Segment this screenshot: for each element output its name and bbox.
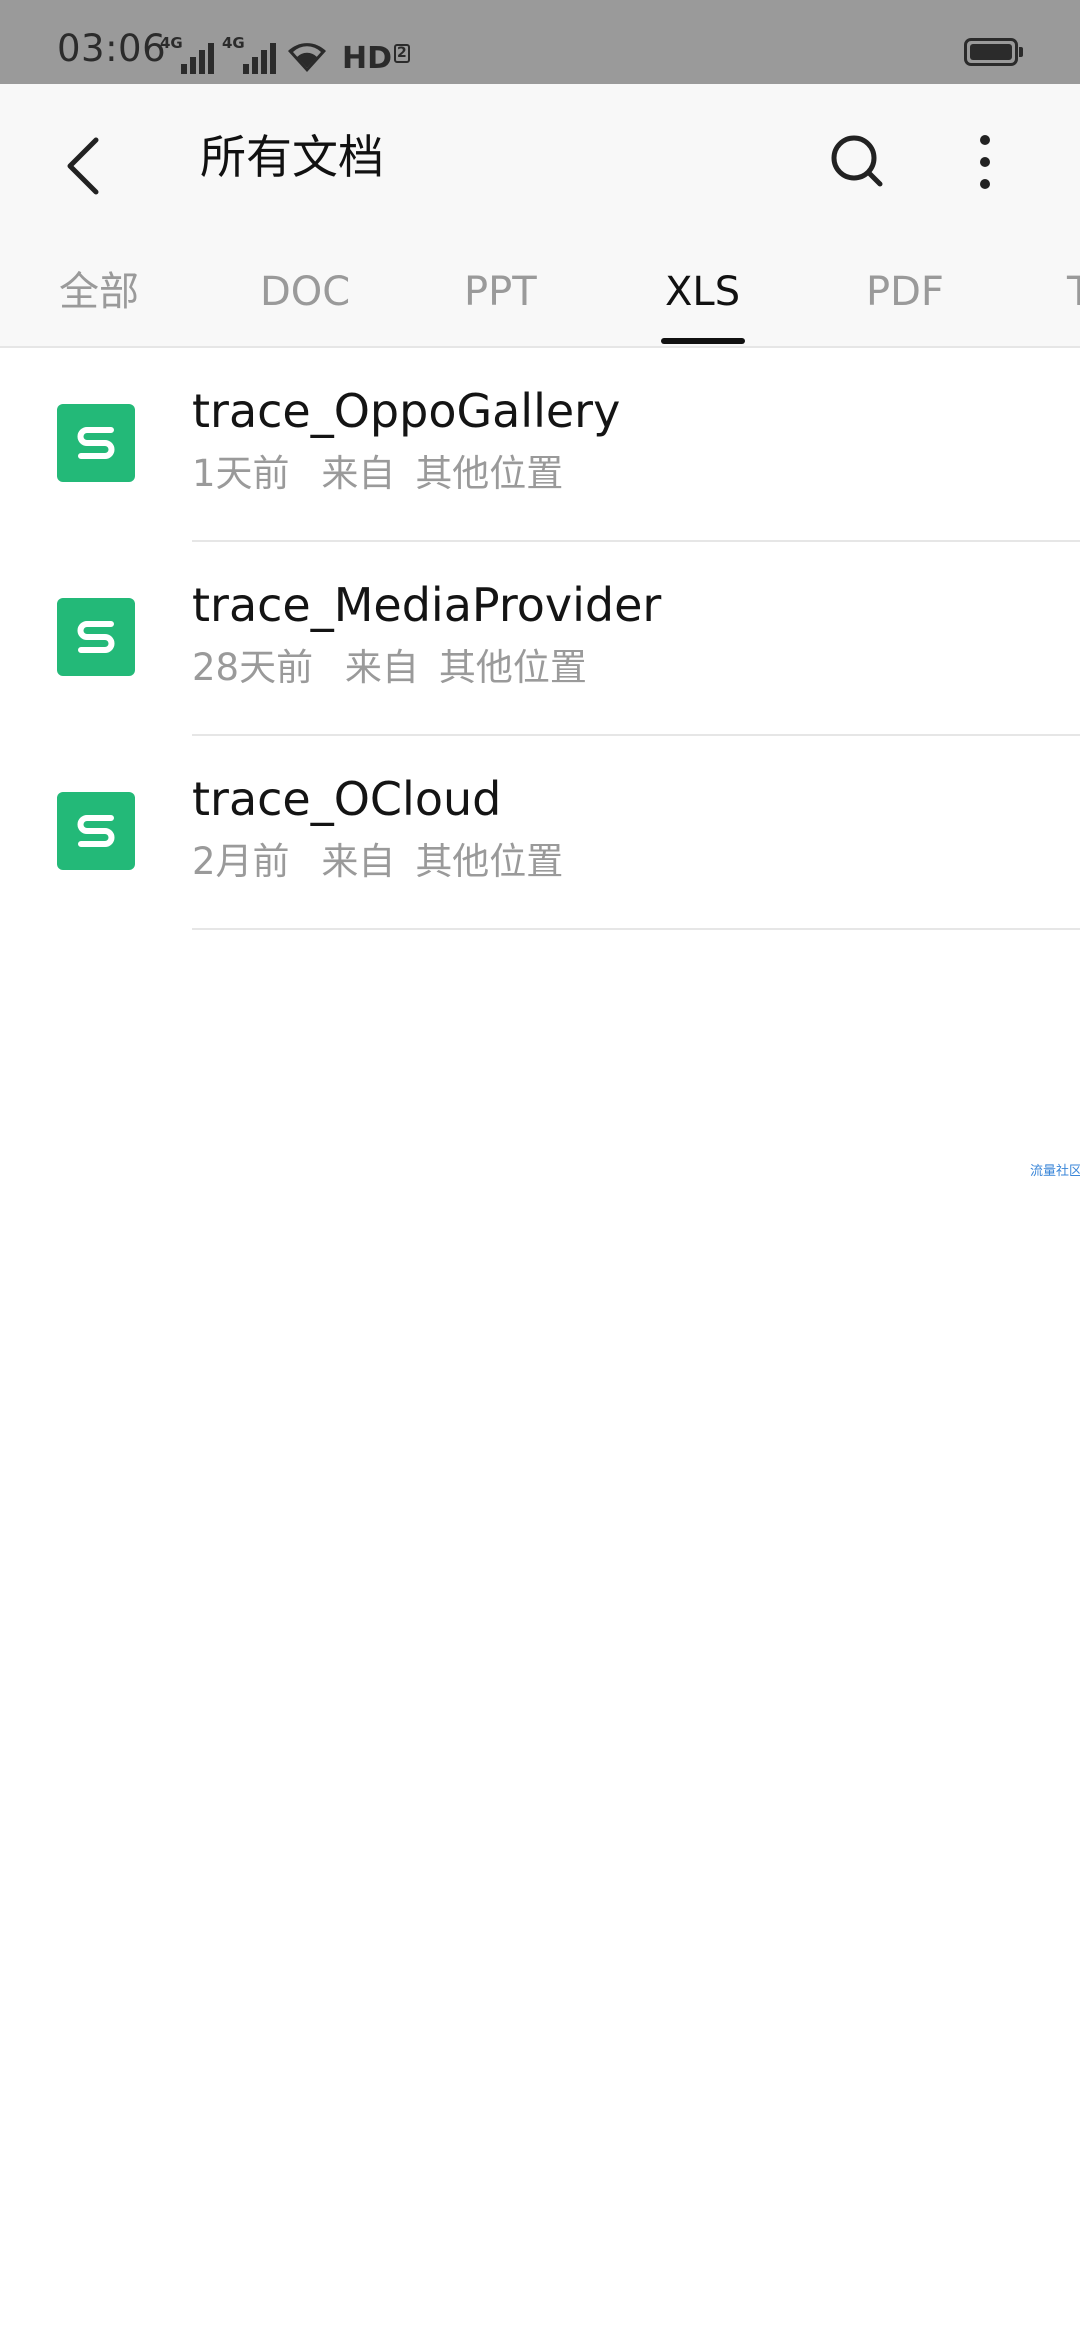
list-item[interactable]: trace_OppoGallery 1天前 来自 其他位置 [0, 348, 1080, 542]
status-icons: 4G 4G HD 2 [160, 34, 410, 74]
page-title: 所有文档 [200, 130, 384, 184]
file-time: 2月前 [192, 840, 290, 883]
file-meta: 1天前 来自 其他位置 [192, 452, 583, 496]
file-time: 1天前 [192, 452, 290, 495]
signal-icon: 4G [160, 34, 214, 74]
file-location: 其他位置 [415, 452, 564, 495]
file-source-label: 来自 [321, 840, 396, 883]
more-button[interactable] [955, 122, 1015, 202]
tab-xls[interactable]: XLS [665, 268, 740, 316]
app-header: 所有文档 全部 DOC PPT XLS PDF T [0, 84, 1080, 348]
spreadsheet-icon [57, 598, 135, 676]
more-vertical-icon [980, 135, 990, 189]
spreadsheet-icon [57, 792, 135, 870]
file-meta: 2月前 来自 其他位置 [192, 840, 583, 884]
back-button[interactable] [48, 120, 120, 208]
battery-icon [964, 38, 1023, 66]
file-source-label: 来自 [344, 646, 419, 689]
tab-pdf[interactable]: PDF [866, 268, 944, 316]
search-icon [831, 135, 883, 187]
tab-ppt[interactable]: PPT [464, 268, 537, 316]
file-location: 其他位置 [438, 646, 587, 689]
hd-voice-badge: HD 2 [342, 44, 410, 74]
file-meta: 28天前 来自 其他位置 [192, 646, 607, 690]
file-list: trace_OppoGallery 1天前 来自 其他位置 trace_Media… [0, 348, 1080, 930]
tab-all[interactable]: 全部 [59, 268, 139, 316]
tab-txt[interactable]: T [1067, 268, 1080, 316]
file-source-label: 来自 [321, 452, 396, 495]
signal-type-label: 4G [222, 34, 245, 52]
search-button[interactable] [818, 122, 898, 202]
file-type-tabs: 全部 DOC PPT XLS PDF T [0, 256, 1080, 346]
spreadsheet-icon [57, 404, 135, 482]
file-name: trace_MediaProvider [192, 578, 662, 632]
file-time: 28天前 [192, 646, 314, 689]
status-bar: 03:06 4G 4G HD 2 [0, 0, 1080, 84]
chevron-left-icon [67, 137, 99, 195]
file-name: trace_OCloud [192, 772, 502, 826]
tab-doc[interactable]: DOC [260, 268, 350, 316]
signal-type-label: 4G [160, 34, 183, 52]
status-time: 03:06 [57, 27, 167, 70]
list-item[interactable]: trace_OCloud 2月前 来自 其他位置 [0, 736, 1080, 930]
hd-sub-label: 2 [394, 44, 410, 64]
file-location: 其他位置 [415, 840, 564, 883]
active-tab-indicator [661, 338, 745, 344]
signal-icon: 4G [222, 34, 276, 74]
hd-label: HD [342, 41, 393, 76]
watermark: 流量社区 [1030, 1164, 1080, 1179]
divider [192, 928, 1080, 930]
list-item[interactable]: trace_MediaProvider 28天前 来自 其他位置 [0, 542, 1080, 736]
file-name: trace_OppoGallery [192, 384, 621, 438]
wifi-icon [288, 43, 326, 72]
